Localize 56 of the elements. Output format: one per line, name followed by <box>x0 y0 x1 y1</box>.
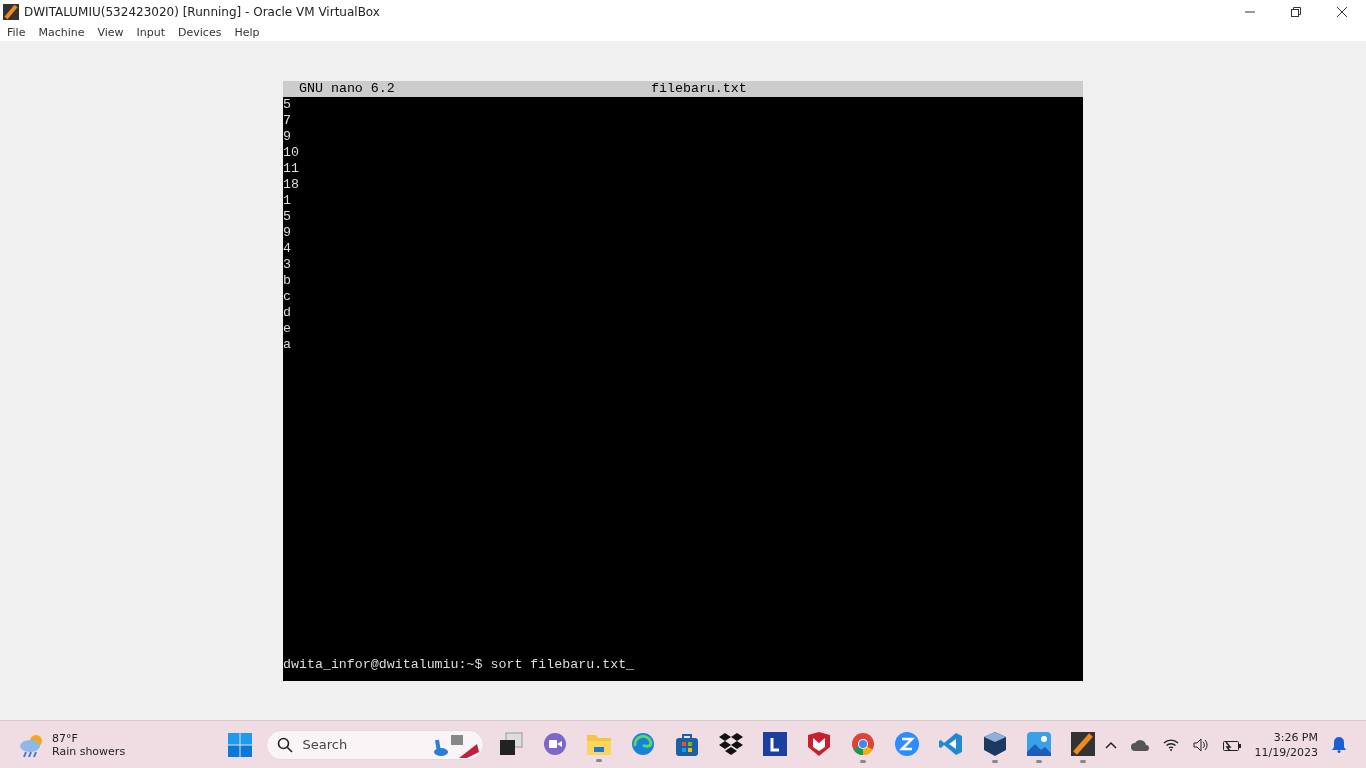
search-input[interactable]: Search <box>300 736 425 753</box>
menu-item[interactable]: File <box>7 25 26 39</box>
bell-icon[interactable] <box>1332 736 1346 753</box>
wifi-icon[interactable] <box>1162 738 1179 751</box>
close-icon[interactable] <box>1337 6 1347 17</box>
text-line: 18 <box>283 176 299 192</box>
speaker-icon[interactable] <box>1192 737 1209 752</box>
photos-icon[interactable] <box>1026 732 1051 756</box>
text-line: 5 <box>283 96 291 112</box>
menu-item[interactable]: View <box>97 25 124 39</box>
shield-icon[interactable] <box>807 732 830 756</box>
nano-version: GNU nano 6.2 <box>299 80 396 97</box>
text-line: 1 <box>283 192 291 208</box>
menu-item[interactable]: Devices <box>178 25 222 39</box>
battery-icon[interactable] <box>1222 738 1241 751</box>
menu-item[interactable]: Help <box>234 25 260 39</box>
text-line: 5 <box>283 208 291 224</box>
command-line: dwita_infor@dwitalumiu:~$ sort filebaru.txt_ <box>283 656 635 672</box>
window-title: DWITALUMIU(532423020) [Running] - Oracle VM VirtualBox <box>24 4 380 19</box>
cloud-icon[interactable] <box>1130 738 1149 751</box>
weather-condition: Rain showers <box>52 744 126 758</box>
text-line: c <box>283 288 291 304</box>
menu-item[interactable]: Input <box>136 25 166 39</box>
search-icon <box>276 736 293 753</box>
start-icon[interactable] <box>227 732 252 757</box>
text-line: 3 <box>283 256 291 272</box>
video-chat-icon[interactable] <box>542 732 567 756</box>
text-line: e <box>283 320 291 336</box>
text-line: 11 <box>283 160 299 176</box>
folder-icon[interactable] <box>586 733 611 755</box>
search-bar[interactable]: Search <box>265 729 484 760</box>
browser-icon[interactable] <box>630 732 655 756</box>
restore-icon[interactable] <box>1291 6 1301 17</box>
chevron-up-icon[interactable] <box>1104 740 1117 749</box>
menu-item[interactable]: Machine <box>38 25 85 39</box>
clock-date[interactable]: 11/19/2023 <box>1254 744 1318 760</box>
text-line: b <box>283 272 291 288</box>
task-view-icon[interactable] <box>498 732 523 756</box>
cube-icon[interactable] <box>983 732 1006 756</box>
text-line: 7 <box>283 112 291 128</box>
app-icon <box>3 3 19 20</box>
code-editor-icon[interactable] <box>938 732 963 756</box>
file-name: filebaru.txt <box>651 80 747 97</box>
text-line: a <box>283 336 291 352</box>
browser-icon[interactable] <box>850 732 875 756</box>
text-line: 9 <box>283 224 291 240</box>
open-box-icon[interactable] <box>718 733 743 755</box>
text-line: d <box>283 304 291 320</box>
text-line: 10 <box>283 144 299 160</box>
text-line: 9 <box>283 128 291 144</box>
temperature: 87°F <box>52 731 79 745</box>
letter-icon[interactable] <box>762 732 787 756</box>
clock-time[interactable]: 3:26 PM <box>1273 729 1318 745</box>
app-window-icon[interactable] <box>1070 732 1095 756</box>
text-line: 4 <box>283 240 291 256</box>
store-bag-icon[interactable] <box>675 732 698 756</box>
